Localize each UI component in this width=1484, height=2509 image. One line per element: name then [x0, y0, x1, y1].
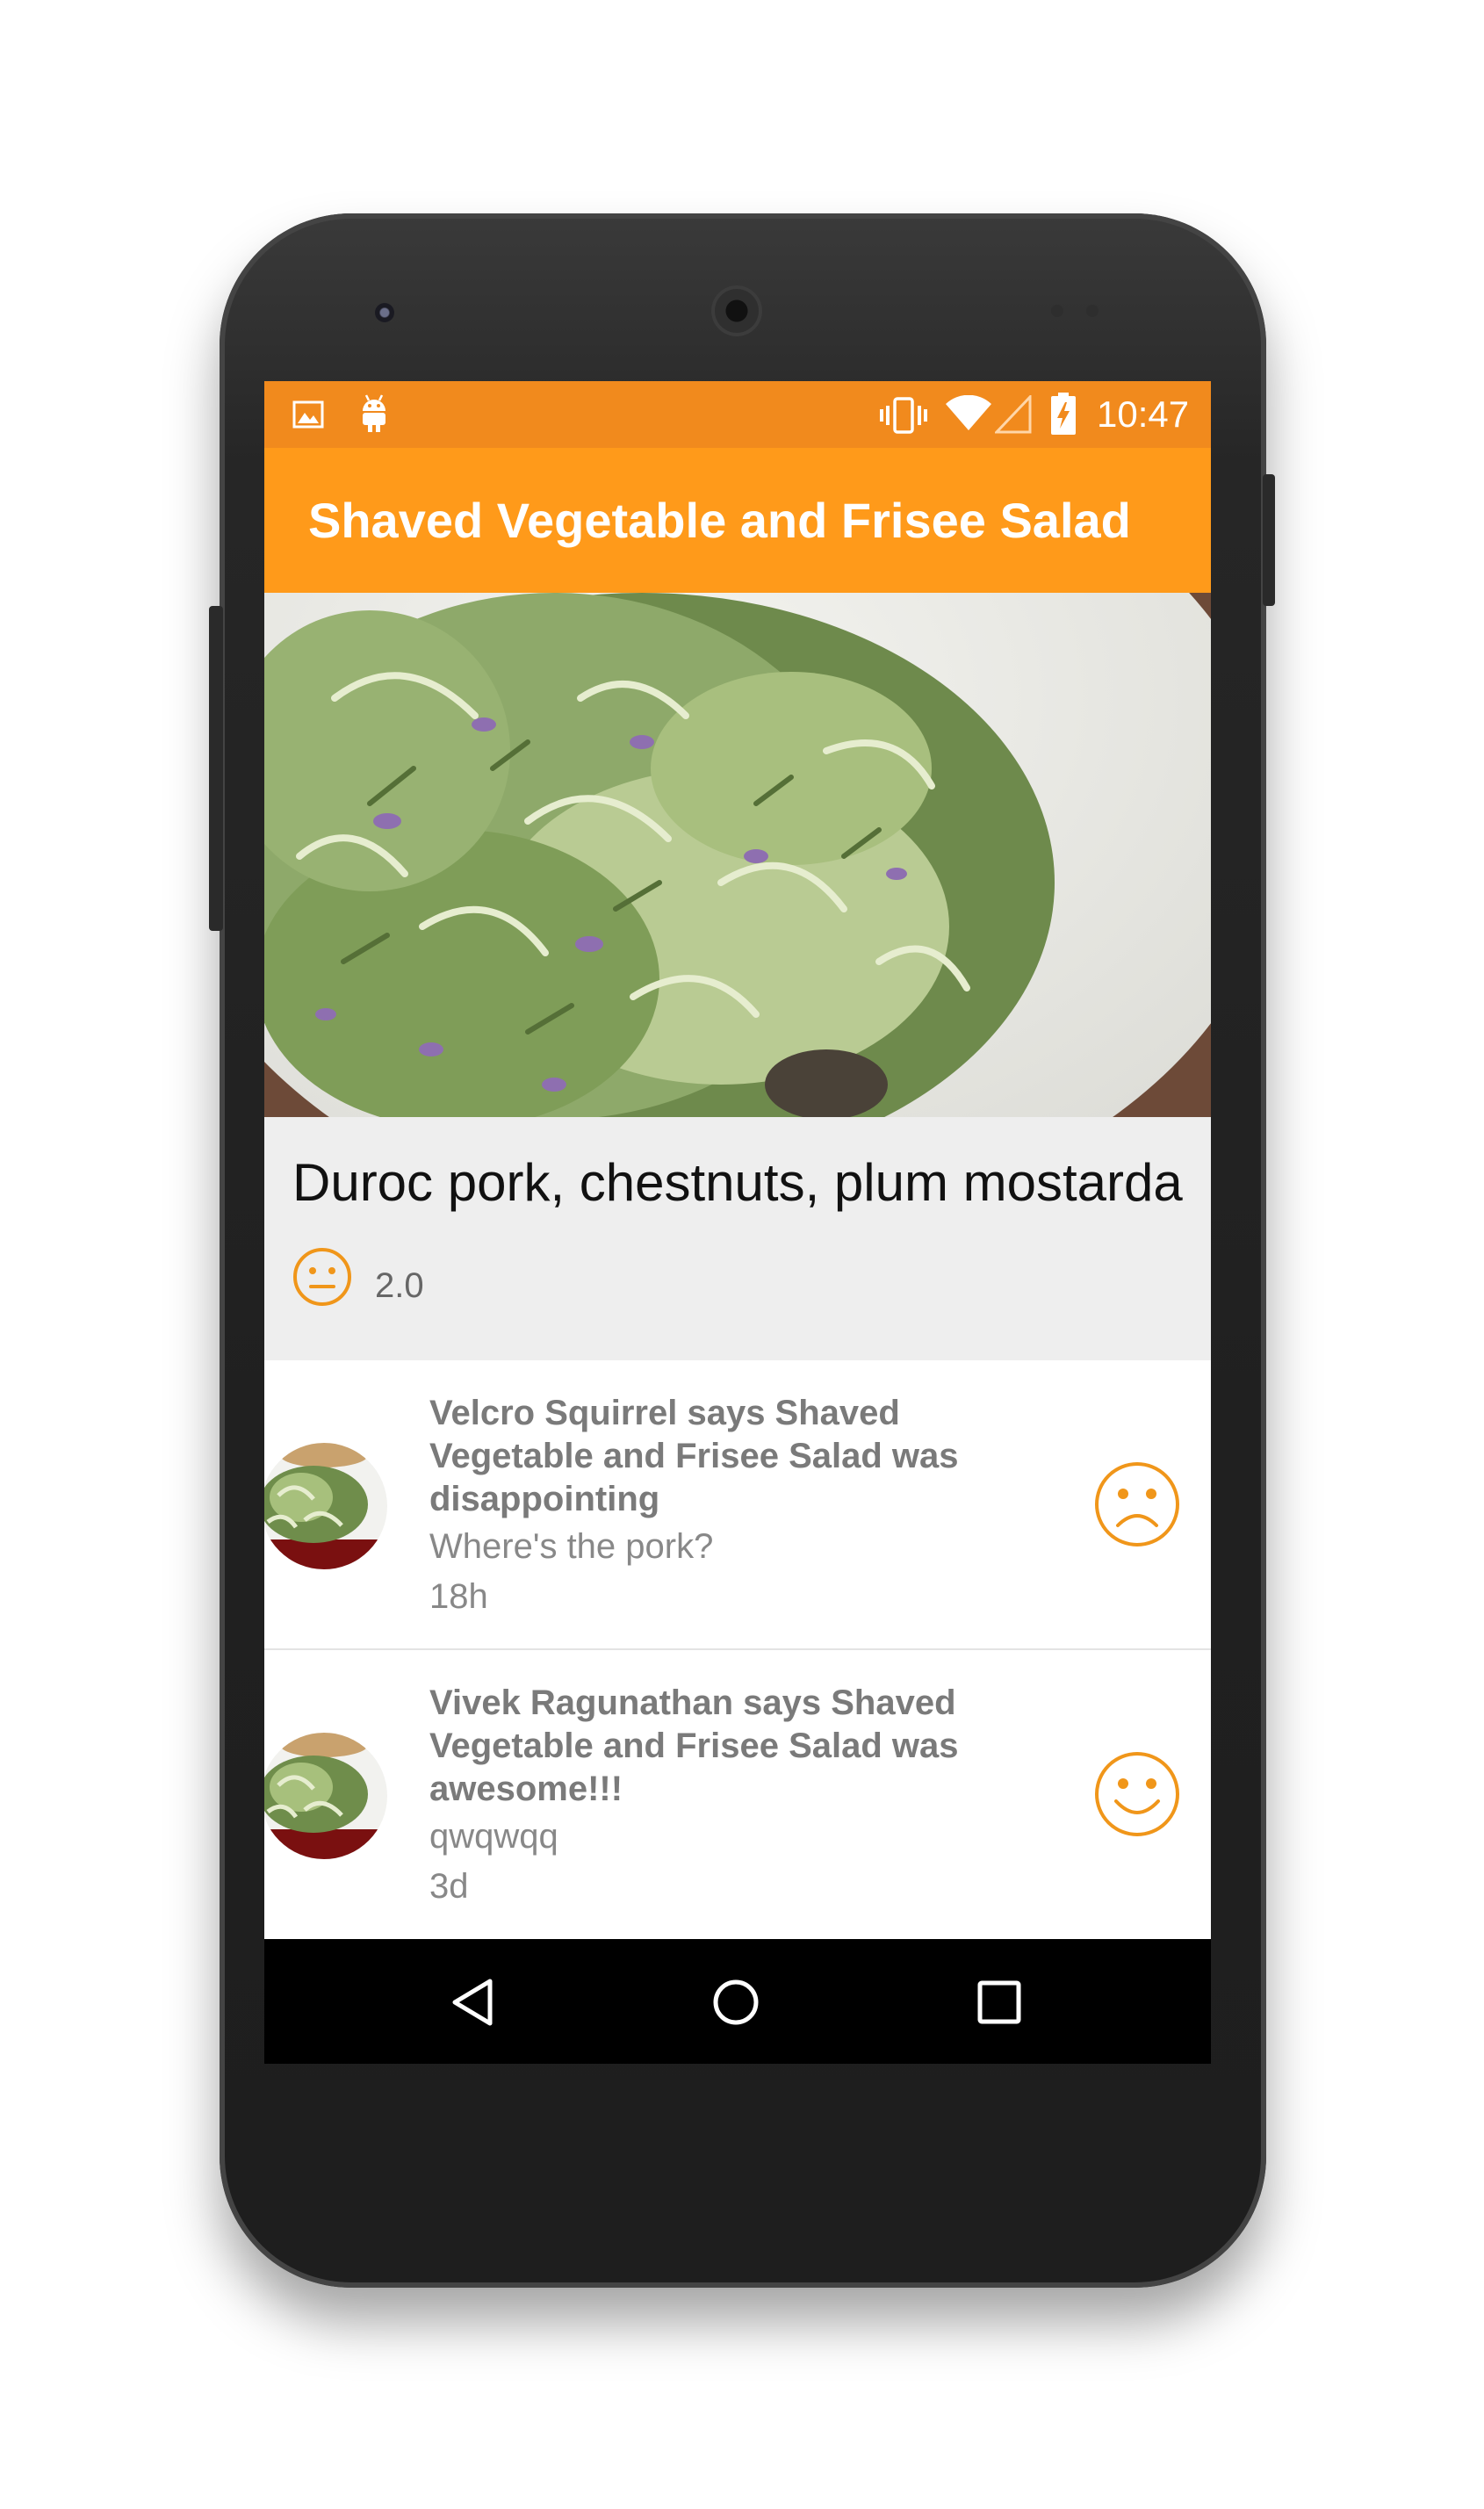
screen: 10:47 Shaved Vegetable and Frisee Salad — [264, 381, 1211, 2064]
back-icon[interactable] — [450, 1978, 499, 2027]
app-bar: Shaved Vegetable and Frisee Salad — [264, 448, 1211, 593]
volume-button — [209, 606, 223, 931]
proximity-sensor — [1051, 305, 1063, 317]
review-text: Where's the pork? — [429, 1527, 714, 1566]
nav-bar — [264, 1939, 1211, 2064]
power-button — [1263, 474, 1275, 606]
happy-face-icon — [1095, 1752, 1179, 1836]
image-icon — [292, 400, 324, 429]
page-title: Shaved Vegetable and Frisee Salad — [308, 493, 1131, 548]
front-camera-icon — [375, 303, 394, 322]
neutral-face-icon — [293, 1248, 351, 1306]
sad-face-icon — [1095, 1462, 1179, 1546]
dish-photo — [264, 593, 1211, 1117]
battery-icon — [1051, 393, 1076, 435]
review-text: qwqwqq — [429, 1817, 558, 1856]
review-time: 18h — [429, 1577, 488, 1616]
vibrate-icon — [880, 397, 927, 434]
wifi-icon — [946, 395, 991, 430]
home-icon[interactable] — [711, 1978, 760, 2027]
android-icon — [363, 394, 385, 432]
reviewer-avatar — [264, 1443, 387, 1569]
status-bar: 10:47 — [264, 381, 1211, 448]
review-item[interactable]: Vivek Ragunathan says Shaved Vegetable a… — [264, 1650, 1211, 1938]
clock: 10:47 — [1097, 393, 1190, 435]
review-title: Velcro Squirrel says Shaved Vegetable an… — [429, 1394, 959, 1518]
reviewer-avatar — [264, 1733, 387, 1859]
earpiece-speaker — [711, 285, 762, 336]
review-item[interactable]: Velcro Squirrel says Shaved Vegetable an… — [264, 1360, 1211, 1648]
review-title: Vivek Ragunathan says Shaved Vegetable a… — [429, 1683, 959, 1808]
review-time: 3d — [429, 1867, 469, 1906]
signal-icon — [995, 395, 1032, 434]
dish-name: Duroc pork, chestnuts, plum mostarda — [292, 1153, 1183, 1212]
light-sensor — [1086, 305, 1099, 317]
dish-details: Duroc pork, chestnuts, plum mostarda 2.0 — [264, 1117, 1211, 1360]
recents-icon[interactable] — [976, 1979, 1022, 2025]
rating-value: 2.0 — [375, 1266, 424, 1305]
